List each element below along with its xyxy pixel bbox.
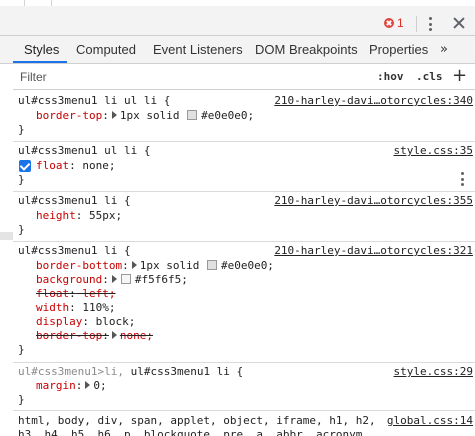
rule-selector[interactable]: html, body, div, span, applet, object, i… (18, 414, 376, 428)
color-swatch[interactable] (187, 110, 198, 120)
filter-input[interactable] (20, 68, 360, 86)
sidebar-tabs: Styles Computed Event Listeners DOM Brea… (0, 36, 475, 64)
declaration[interactable]: margin: 0; (36, 379, 107, 393)
overridden-declaration[interactable]: float: left; (36, 287, 116, 301)
devtools-toolbar: 1 (0, 6, 475, 36)
kebab-icon[interactable] (460, 172, 464, 186)
rule-source-link[interactable]: 210-harley-davi…otorcycles:321 (274, 244, 473, 258)
style-rule: html, body, div, span, applet, object, i… (13, 411, 475, 436)
rule-close-brace: } (18, 223, 25, 236)
expand-icon[interactable] (131, 261, 137, 269)
tab-properties[interactable]: Properties (369, 36, 428, 64)
tab-dom-breakpoints[interactable]: DOM Breakpoints (255, 36, 358, 64)
hov-toggle[interactable]: :hov (377, 70, 404, 83)
tab-event-listeners[interactable]: Event Listeners (153, 36, 243, 64)
declaration[interactable]: height: 55px; (36, 209, 122, 223)
expand-icon[interactable] (85, 381, 91, 389)
rule-selector-continued[interactable]: h3, h4, h5, h6, p, blockquote, pre, a, a… (18, 428, 369, 436)
declaration[interactable]: border-top: 1px solid #e0e0e0; (36, 109, 254, 123)
toolbar-divider (416, 16, 417, 32)
style-rule: ul#css3menu1 ul li { style.css:35 float:… (13, 142, 475, 192)
new-style-rule-button[interactable]: + (452, 65, 467, 86)
rule-close-brace: } (18, 173, 25, 186)
expand-icon[interactable] (111, 275, 117, 283)
style-rule: ul#css3menu1 li { 210-harley-davi…otorcy… (13, 192, 475, 242)
declaration[interactable]: background: #f5f6f5; (36, 273, 188, 287)
error-count: 1 (397, 16, 404, 30)
overridden-declaration[interactable]: border-top: none; (36, 329, 153, 343)
error-counter[interactable]: 1 (384, 16, 412, 30)
rule-close-brace: } (18, 343, 25, 356)
declaration[interactable]: border-bottom: 1px solid #e0e0e0; (36, 259, 274, 273)
style-rule: ul#css3menu1 li ul li { 210-harley-davi…… (13, 92, 475, 142)
rule-selector[interactable]: ul#css3menu1 li { (18, 244, 131, 258)
rule-source-link[interactable]: global.css:14 (387, 414, 473, 428)
tab-styles[interactable]: Styles (24, 36, 59, 64)
rule-close-brace: } (18, 393, 25, 406)
error-icon (384, 18, 394, 28)
expand-icon[interactable] (111, 111, 117, 119)
cls-toggle[interactable]: .cls (416, 70, 443, 83)
rule-source-link[interactable]: style.css:29 (394, 365, 473, 379)
color-swatch[interactable] (120, 274, 131, 284)
left-gutter-marker (0, 232, 13, 240)
style-rule: ul#css3menu1 li { 210-harley-davi…otorcy… (13, 242, 475, 363)
rule-close-brace: } (18, 123, 25, 136)
rule-source-link[interactable]: style.css:35 (394, 144, 473, 158)
rule-source-link[interactable]: 210-harley-davi…otorcycles:340 (274, 94, 473, 108)
style-rule: ul#css3menu1>li, ul#css3menu1 li { style… (13, 363, 475, 411)
active-tab-indicator (13, 61, 67, 63)
close-icon[interactable] (452, 16, 466, 30)
declaration[interactable]: width: 110%; (36, 301, 116, 315)
kebab-icon[interactable] (425, 17, 435, 31)
declaration[interactable]: display: block; (36, 315, 135, 329)
rule-selector[interactable]: ul#css3menu1 li { (18, 194, 131, 208)
more-tabs-button[interactable]: » (440, 36, 448, 64)
styles-filter-bar: :hov .cls + (13, 64, 475, 90)
rule-selector[interactable]: ul#css3menu1 li ul li { (18, 94, 170, 108)
rule-source-link[interactable]: 210-harley-davi…otorcycles:355 (274, 194, 473, 208)
rule-selector[interactable]: ul#css3menu1 ul li { (18, 144, 150, 158)
declaration[interactable]: float: none; (36, 159, 116, 173)
color-swatch[interactable] (206, 260, 217, 270)
expand-icon[interactable] (111, 331, 117, 339)
tab-computed[interactable]: Computed (76, 36, 136, 64)
rule-selector[interactable]: ul#css3menu1>li, ul#css3menu1 li { (18, 365, 243, 379)
declaration-checkbox[interactable] (19, 160, 31, 172)
